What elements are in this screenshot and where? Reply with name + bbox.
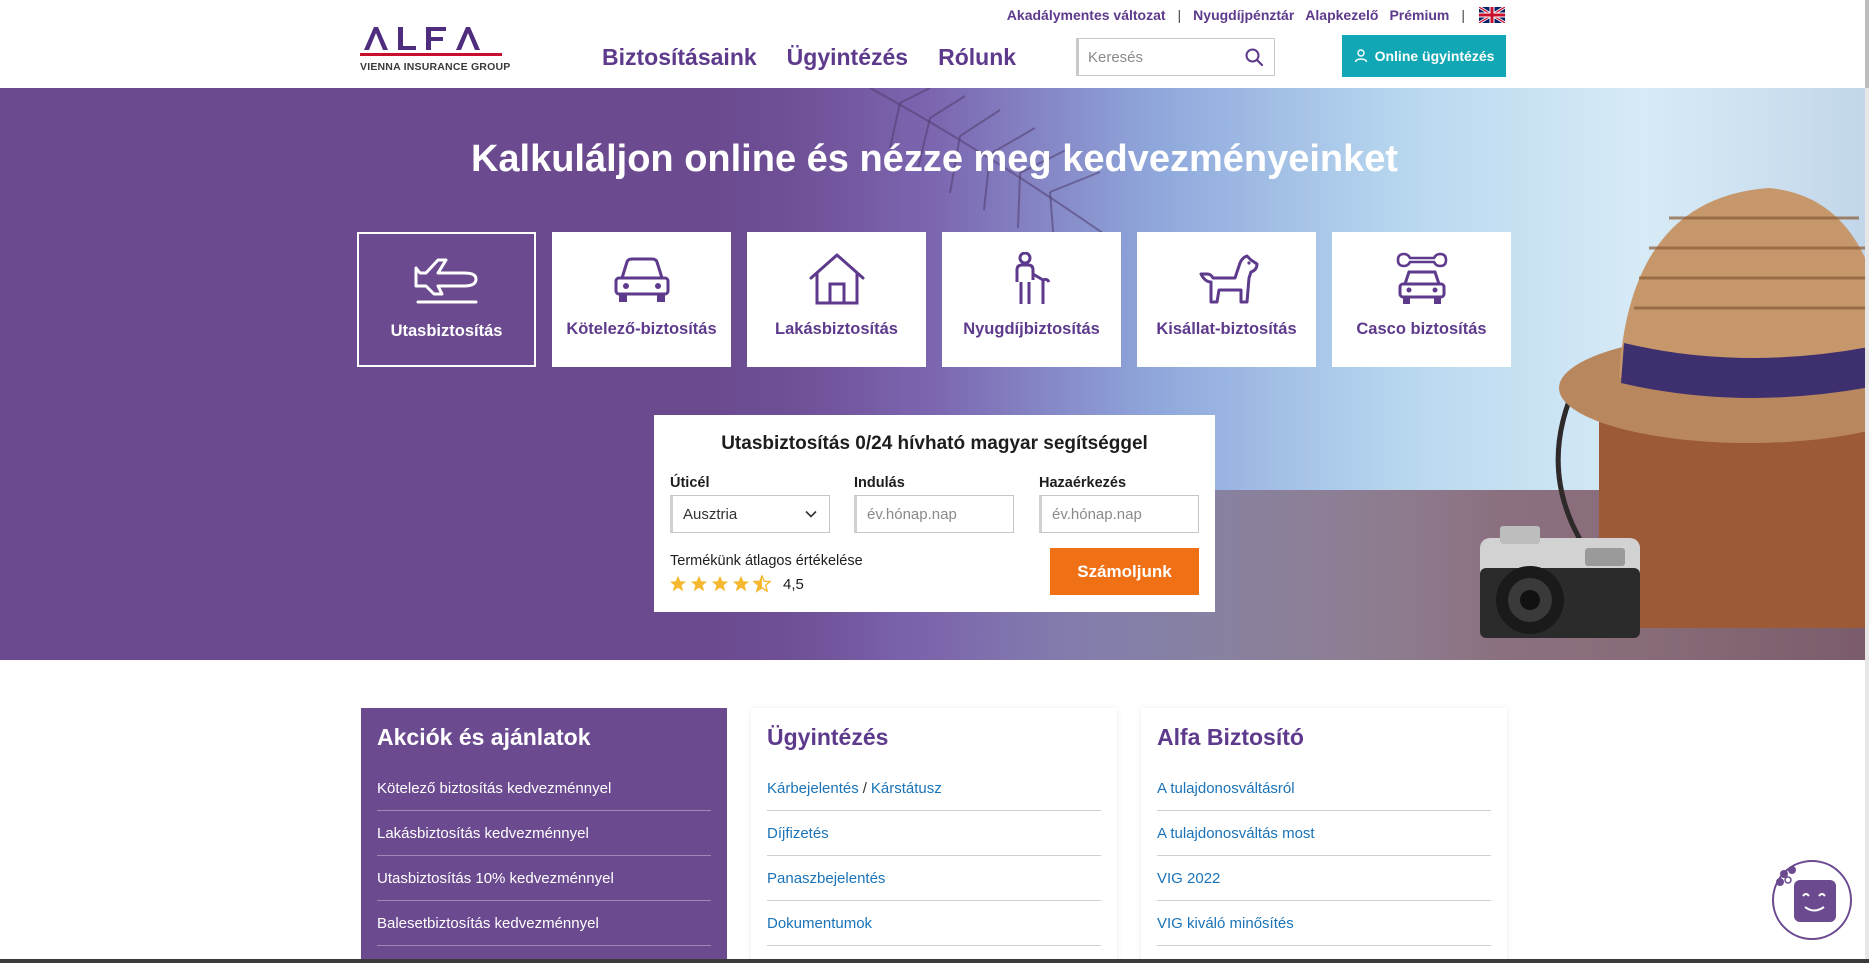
bottom-edge (0, 959, 1869, 963)
product-card-pension[interactable]: Nyugdíjbiztosítás (942, 232, 1121, 367)
car-wrench-icon (1392, 252, 1452, 306)
calculate-button[interactable]: Számoljunk (1050, 548, 1199, 595)
uk-flag-icon[interactable] (1478, 5, 1506, 25)
product-card-travel[interactable]: Utasbiztosítás (357, 232, 536, 367)
calculator-title: Utasbiztosítás 0/24 hívható magyar segít… (721, 433, 1148, 454)
elderly-person-icon (1009, 252, 1055, 306)
rating-stars (669, 575, 771, 593)
hero-title: Kalkuláljon online és nézze meg kedvezmé… (470, 138, 1399, 180)
departure-label: Indulás (854, 475, 905, 491)
services-title: Ügyintézés (767, 724, 889, 750)
scrollbar-thumb[interactable] (1865, 0, 1869, 88)
destination-value: Ausztria (683, 505, 738, 523)
services-list: Kárbejelentés / Kárstátusz Díjfizetés Pa… (767, 766, 1101, 946)
online-services-label: Online ügyintézés (1374, 48, 1495, 64)
promotions-title: Akciók és ajánlatok (377, 724, 591, 750)
travel-calculator: Utasbiztosítás 0/24 hívható magyar segít… (654, 415, 1215, 612)
claim-report-link[interactable]: Kárbejelentés (767, 780, 859, 797)
about-panel: Alfa Biztosító A tulajdonosváltásról A t… (1141, 708, 1507, 963)
about-list: A tulajdonosváltásról A tulajdonosváltás… (1157, 766, 1491, 946)
return-date-input[interactable] (1052, 505, 1182, 523)
link-separator: / (862, 779, 867, 797)
straw-hat-decoration (1559, 188, 1869, 443)
premium-link[interactable]: Prémium (1389, 7, 1449, 23)
return-field (1039, 495, 1199, 533)
about-title: Alfa Biztosító (1157, 724, 1304, 750)
house-icon (807, 252, 867, 306)
alfa-logo-mark-icon (360, 27, 502, 56)
car-icon (612, 252, 672, 306)
top-links: Akadálymentes változat | Nyugdíjpénztár … (1007, 5, 1506, 25)
promotion-link[interactable]: Kötelező biztosítás kedvezménnyel (377, 766, 711, 811)
pension-fund-link[interactable]: Nyugdíjpénztár (1193, 7, 1294, 23)
product-card-label: Nyugdíjbiztosítás (963, 320, 1100, 338)
accessibility-link[interactable]: Akadálymentes változat (1007, 7, 1166, 23)
user-icon (1354, 49, 1367, 63)
promotions-panel: Akciók és ajánlatok Kötelező biztosítás … (361, 708, 727, 963)
product-card-label: Casco biztosítás (1356, 320, 1487, 338)
about-link[interactable]: A tulajdonosváltásról (1157, 766, 1491, 811)
search-input[interactable] (1079, 48, 1244, 66)
service-link[interactable]: Dokumentumok (767, 901, 1101, 946)
return-label: Hazaérkezés (1039, 475, 1127, 491)
star-full-icon (669, 575, 687, 592)
list-item: Kárbejelentés / Kárstátusz (767, 766, 1101, 811)
about-link[interactable]: VIG kiváló minősítés (1157, 901, 1491, 946)
about-link[interactable]: VIG 2022 (1157, 856, 1491, 901)
chevron-down-icon (805, 510, 817, 518)
camera-decoration (1480, 526, 1640, 638)
nav-about[interactable]: Rólunk (938, 44, 1016, 71)
main-nav: Biztosításaink Ügyintézés Rólunk (602, 44, 1016, 71)
claim-status-link[interactable]: Kárstátusz (871, 780, 942, 797)
promotion-link[interactable]: Lakásbiztosítás kedvezménnyel (377, 811, 711, 856)
separator: | (1177, 7, 1182, 23)
product-card-label: Kötelező-biztosítás (566, 320, 717, 338)
online-services-button[interactable]: Online ügyintézés (1342, 35, 1506, 77)
airplane-icon (412, 254, 482, 308)
departure-field (854, 495, 1014, 533)
star-full-icon (732, 575, 750, 592)
product-card-label: Kisállat-biztosítás (1156, 320, 1297, 338)
rating-label: Termékünk átlagos értékelése (670, 553, 863, 569)
destination-label: Úticél (670, 475, 710, 491)
product-card-label: Lakásbiztosítás (775, 320, 898, 338)
promotions-list: Kötelező biztosítás kedvezménnyel Lakásb… (377, 766, 711, 946)
separator: | (1461, 7, 1465, 23)
star-full-icon (711, 575, 729, 592)
nav-insurances[interactable]: Biztosításaink (602, 44, 757, 71)
hero-banner: Kalkuláljon online és nézze meg kedvezmé… (0, 88, 1869, 660)
site-header: VIENNA INSURANCE GROUP Akadálymentes vál… (0, 0, 1869, 88)
departure-date-input[interactable] (867, 505, 997, 523)
scrollbar-track[interactable] (1865, 0, 1869, 963)
logo-subtitle: VIENNA INSURANCE GROUP (360, 61, 511, 73)
rating-value: 4,5 (783, 576, 804, 593)
fund-manager-link[interactable]: Alapkezelő (1305, 7, 1378, 23)
chatbot-face-icon (1776, 866, 1836, 922)
promotion-link[interactable]: Balesetbiztosítás kedvezménnyel (377, 901, 711, 946)
product-cards: Utasbiztosítás Kötelező-biztosítás Lakás… (357, 232, 1511, 367)
star-half-icon (753, 575, 771, 593)
service-link[interactable]: Panaszbejelentés (767, 856, 1101, 901)
product-card-casco[interactable]: Casco biztosítás (1332, 232, 1511, 367)
destination-select[interactable]: Ausztria (670, 495, 830, 533)
search-box (1076, 38, 1275, 76)
product-card-pet[interactable]: Kisállat-biztosítás (1137, 232, 1316, 367)
search-icon[interactable] (1244, 47, 1264, 67)
chatbot-button[interactable] (1772, 860, 1852, 940)
nav-services[interactable]: Ügyintézés (787, 44, 908, 71)
promotion-link[interactable]: Utasbiztosítás 10% kedvezménnyel (377, 856, 711, 901)
alfa-logo[interactable]: VIENNA INSURANCE GROUP (360, 24, 510, 74)
service-link[interactable]: Díjfizetés (767, 811, 1101, 856)
dog-icon (1195, 252, 1259, 306)
product-card-label: Utasbiztosítás (390, 322, 503, 340)
about-link[interactable]: A tulajdonosváltás most (1157, 811, 1491, 856)
product-card-home[interactable]: Lakásbiztosítás (747, 232, 926, 367)
services-panel: Ügyintézés Kárbejelentés / Kárstátusz Dí… (751, 708, 1117, 963)
star-full-icon (690, 575, 708, 592)
product-card-mtpl[interactable]: Kötelező-biztosítás (552, 232, 731, 367)
